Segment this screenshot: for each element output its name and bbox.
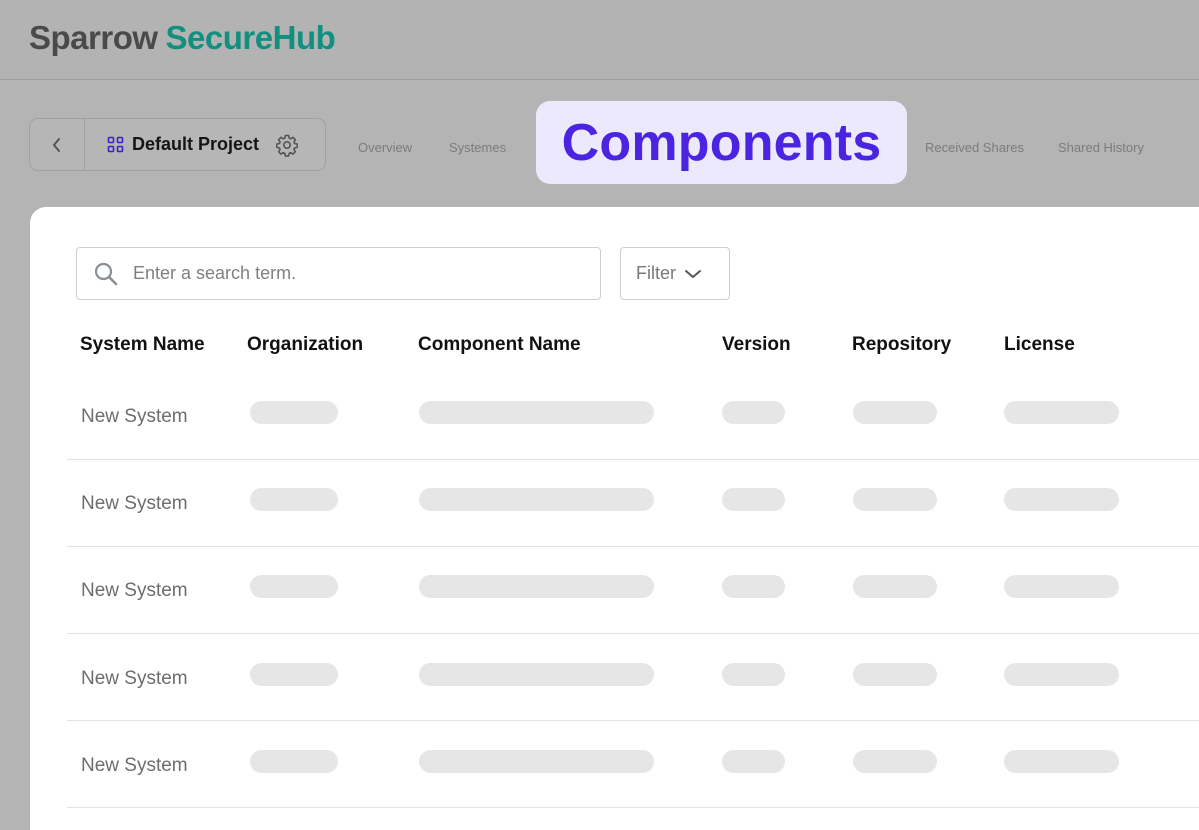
chevron-left-icon [51, 137, 63, 153]
tab-received-shares[interactable]: Received Shares [925, 139, 1024, 157]
logo-text-sparrow: Sparrow [29, 19, 158, 56]
logo-text-securehub: SecureHub [165, 19, 336, 56]
tab-components[interactable]: Components [536, 101, 907, 184]
repository-skeleton [853, 575, 937, 598]
tab-systemes[interactable]: Systemes [449, 139, 506, 157]
filter-label: Filter [636, 263, 676, 283]
search-icon [93, 261, 119, 287]
system-name-cell: New System [81, 755, 188, 776]
system-name-cell: New System [81, 406, 188, 427]
components-panel: Filter System Name Organization Componen… [30, 207, 1199, 830]
app-logo[interactable]: Sparrow SecureHub [29, 18, 336, 58]
table-row[interactable]: New System [67, 547, 1199, 634]
column-header-system-name[interactable]: System Name [80, 333, 205, 357]
column-header-repository[interactable]: Repository [852, 333, 951, 357]
organization-skeleton [250, 575, 338, 598]
back-button[interactable] [30, 119, 85, 170]
search-box [76, 247, 601, 300]
filter-dropdown[interactable]: Filter [620, 247, 730, 300]
license-skeleton [1004, 663, 1119, 686]
column-header-license[interactable]: License [1004, 333, 1075, 357]
organization-skeleton [250, 750, 338, 773]
license-skeleton [1004, 488, 1119, 511]
chevron-down-icon [684, 268, 702, 280]
repository-skeleton [853, 401, 937, 424]
system-name-cell: New System [81, 668, 188, 689]
repository-skeleton [853, 663, 937, 686]
tab-overview[interactable]: Overview [358, 139, 412, 157]
table-row[interactable]: New System [67, 634, 1199, 721]
project-name-label: Default Project [132, 134, 260, 154]
gear-icon[interactable] [275, 133, 299, 157]
table-row[interactable]: New System [67, 721, 1199, 808]
organization-skeleton [250, 401, 338, 424]
tab-shared-history[interactable]: Shared History [1058, 139, 1144, 157]
project-name-button[interactable]: Default Project [85, 134, 259, 155]
search-input[interactable] [131, 262, 575, 285]
table-row[interactable]: New System [67, 373, 1199, 460]
license-skeleton [1004, 750, 1119, 773]
grid-icon [107, 136, 124, 153]
version-skeleton [722, 488, 785, 511]
component-name-skeleton [419, 750, 654, 773]
organization-skeleton [250, 663, 338, 686]
component-name-skeleton [419, 401, 654, 424]
project-selector: Default Project [29, 118, 326, 171]
top-bar: Sparrow SecureHub [0, 0, 1199, 80]
license-skeleton [1004, 401, 1119, 424]
column-header-component-name[interactable]: Component Name [418, 333, 581, 357]
column-header-organization[interactable]: Organization [247, 333, 363, 357]
table-row[interactable]: New System [67, 460, 1199, 547]
license-skeleton [1004, 575, 1119, 598]
component-name-skeleton [419, 575, 654, 598]
column-header-version[interactable]: Version [722, 333, 791, 357]
system-name-cell: New System [81, 493, 188, 514]
version-skeleton [722, 575, 785, 598]
version-skeleton [722, 401, 785, 424]
component-name-skeleton [419, 663, 654, 686]
repository-skeleton [853, 750, 937, 773]
organization-skeleton [250, 488, 338, 511]
version-skeleton [722, 750, 785, 773]
component-name-skeleton [419, 488, 654, 511]
system-name-cell: New System [81, 580, 188, 601]
version-skeleton [722, 663, 785, 686]
repository-skeleton [853, 488, 937, 511]
